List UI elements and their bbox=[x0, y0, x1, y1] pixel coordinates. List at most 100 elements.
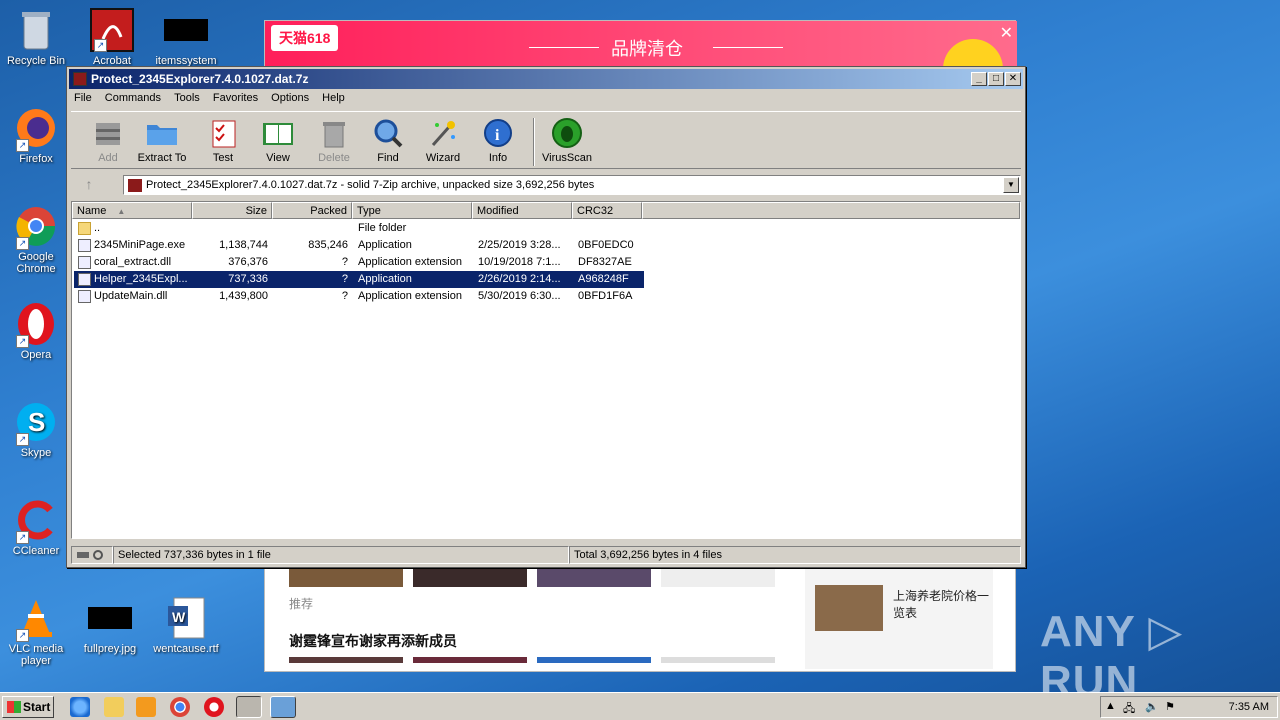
column-header-label: Packed bbox=[310, 205, 347, 217]
table-row[interactable]: 2345MiniPage.exe 1,138,744 835,246 Appli… bbox=[74, 237, 644, 254]
news-thumbnail[interactable] bbox=[661, 569, 775, 587]
desktop-icon-ccleaner[interactable]: ↗ CCleaner bbox=[0, 498, 72, 557]
clock[interactable]: 7:35 AM bbox=[1229, 701, 1269, 713]
toolbar-separator bbox=[533, 118, 535, 166]
network-icon[interactable]: 🖧 bbox=[1123, 700, 1135, 719]
ie-icon[interactable] bbox=[70, 697, 90, 717]
close-button[interactable]: ✕ bbox=[1005, 72, 1021, 86]
tray-expand-icon[interactable]: ▲ bbox=[1105, 700, 1116, 712]
cell-crc32: A968248F bbox=[578, 273, 629, 285]
opera-icon[interactable] bbox=[204, 697, 224, 717]
menu-commands[interactable]: Commands bbox=[100, 89, 166, 107]
file-list[interactable]: Name ▲ Size Packed Type Modified CRC32 .… bbox=[71, 201, 1021, 539]
acrobat-icon: ↗ bbox=[90, 8, 134, 52]
banner-close-icon[interactable]: ✕ bbox=[1000, 23, 1013, 43]
column-header-packed[interactable]: Packed bbox=[272, 202, 352, 219]
desktop-icon-vlc[interactable]: ↗ VLC media player bbox=[0, 596, 72, 667]
column-header-name[interactable]: Name ▲ bbox=[72, 202, 192, 219]
menu-options[interactable]: Options bbox=[266, 89, 314, 107]
toolbar: Add Extract To Test View Delete Find Wiz… bbox=[71, 111, 1021, 169]
menu-file[interactable]: File bbox=[69, 89, 97, 107]
delete-button[interactable]: Delete bbox=[307, 116, 361, 164]
column-header-size[interactable]: Size bbox=[192, 202, 272, 219]
desktop-icon-wentcause[interactable]: W wentcause.rtf bbox=[150, 596, 222, 655]
news-headline[interactable]: 谢霆锋宣布谢家再添新成员 bbox=[289, 631, 457, 651]
desktop-icon-label: VLC media player bbox=[8, 643, 64, 667]
minimize-button[interactable]: _ bbox=[971, 72, 987, 86]
menu-tools[interactable]: Tools bbox=[169, 89, 205, 107]
table-row[interactable]: UpdateMain.dll 1,439,800 ? Application e… bbox=[74, 288, 644, 305]
column-header-crc32[interactable]: CRC32 bbox=[572, 202, 642, 219]
itemssystem-thumbnail bbox=[164, 19, 208, 41]
desktop-icon-chrome[interactable]: ↗ Google Chrome bbox=[0, 204, 72, 275]
news-thumbnail[interactable] bbox=[661, 657, 775, 663]
start-button[interactable]: Start bbox=[2, 696, 54, 718]
news-thumbnail[interactable] bbox=[289, 569, 403, 587]
folder-icon bbox=[78, 222, 91, 235]
address-bar: ↑ Protect_2345Explorer7.4.0.1027.dat.7z … bbox=[71, 173, 1021, 197]
view-button[interactable]: View bbox=[251, 116, 305, 164]
news-thumbnail[interactable] bbox=[413, 657, 527, 663]
test-button[interactable]: Test bbox=[196, 116, 250, 164]
volume-icon[interactable]: 🔈 bbox=[1145, 700, 1159, 713]
window-titlebar[interactable]: Protect_2345Explorer7.4.0.1027.dat.7z _ … bbox=[69, 69, 1023, 89]
desktop-icon-fullprey[interactable]: fullprey.jpg bbox=[74, 596, 146, 655]
view-button-label: View bbox=[266, 152, 290, 164]
archive-app-icon bbox=[73, 72, 87, 86]
side-news-card[interactable]: 上海养老院价格一览表 bbox=[805, 569, 993, 669]
desktop-icon-itemssystem[interactable]: itemssystem bbox=[150, 8, 222, 67]
desktop-icon-skype[interactable]: S ↗ Skype bbox=[0, 400, 72, 459]
opera-icon: ↗ bbox=[14, 302, 58, 348]
desktop-icon-label: CCleaner bbox=[12, 545, 60, 557]
dropdown-arrow-icon[interactable]: ▼ bbox=[1003, 177, 1019, 193]
wizard-button[interactable]: Wizard bbox=[416, 116, 470, 164]
side-news-title: 上海养老院价格一览表 bbox=[893, 589, 990, 620]
table-row[interactable]: .. File folder bbox=[74, 220, 644, 237]
add-button[interactable]: Add bbox=[81, 116, 135, 164]
cell-type: File folder bbox=[358, 222, 407, 234]
explorer-icon[interactable] bbox=[104, 697, 124, 717]
desktop-icon-firefox[interactable]: ↗ Firefox bbox=[0, 106, 72, 165]
flag-icon[interactable]: ⚑ bbox=[1165, 700, 1175, 713]
cell-crc32: 0BF0EDC0 bbox=[578, 239, 634, 251]
cell-crc32: DF8327AE bbox=[578, 256, 632, 268]
desktop-icon-recycle-bin[interactable]: Recycle Bin bbox=[0, 8, 72, 67]
archive-window[interactable]: Protect_2345Explorer7.4.0.1027.dat.7z _ … bbox=[66, 66, 1026, 568]
column-header-label: CRC32 bbox=[577, 205, 614, 217]
winrar-icon[interactable] bbox=[236, 696, 262, 718]
menu-favorites[interactable]: Favorites bbox=[208, 89, 263, 107]
desktop-icon-opera[interactable]: ↗ Opera bbox=[0, 302, 72, 361]
menu-help[interactable]: Help bbox=[317, 89, 350, 107]
column-header-label: Name bbox=[77, 205, 107, 217]
table-row[interactable]: coral_extract.dll 376,376 ? Application … bbox=[74, 254, 644, 271]
table-row-selected[interactable]: Helper_2345Expl... 737,336 ? Application… bbox=[74, 271, 644, 288]
status-bar: Selected 737,336 bytes in 1 file Total 3… bbox=[71, 545, 1021, 565]
word-document-icon: W bbox=[164, 596, 208, 640]
cell-modified: 2/26/2019 2:14... bbox=[478, 273, 561, 285]
chrome-icon[interactable] bbox=[170, 697, 190, 717]
info-button[interactable]: i Info bbox=[471, 116, 525, 164]
column-header-modified[interactable]: Modified bbox=[472, 202, 572, 219]
network-app-icon[interactable] bbox=[270, 696, 296, 718]
news-thumbnail[interactable] bbox=[413, 569, 527, 587]
path-combobox[interactable]: Protect_2345Explorer7.4.0.1027.dat.7z - … bbox=[123, 175, 1021, 195]
maximize-button[interactable]: □ bbox=[988, 72, 1004, 86]
extract-to-button[interactable]: Extract To bbox=[135, 116, 189, 164]
chrome-icon: ↗ bbox=[14, 204, 58, 250]
news-thumbnail[interactable] bbox=[537, 657, 651, 663]
column-header-label: Type bbox=[357, 205, 381, 217]
news-thumbnail[interactable] bbox=[537, 569, 651, 587]
up-folder-icon[interactable]: ↑ bbox=[79, 176, 99, 194]
desktop-icon-acrobat[interactable]: ↗ Acrobat bbox=[76, 8, 148, 67]
drive-key-icon bbox=[77, 550, 103, 560]
media-player-icon[interactable] bbox=[136, 697, 156, 717]
find-button[interactable]: Find bbox=[361, 116, 415, 164]
column-header-type[interactable]: Type bbox=[352, 202, 472, 219]
virusscan-button[interactable]: VirusScan bbox=[537, 116, 597, 164]
bug-icon bbox=[550, 116, 584, 150]
cell-packed: ? bbox=[341, 290, 348, 302]
news-thumbnail[interactable] bbox=[289, 657, 403, 663]
status-selected: Selected 737,336 bytes in 1 file bbox=[113, 546, 569, 564]
cell-type: Application extension bbox=[358, 290, 462, 302]
column-header-filler bbox=[642, 202, 1020, 219]
